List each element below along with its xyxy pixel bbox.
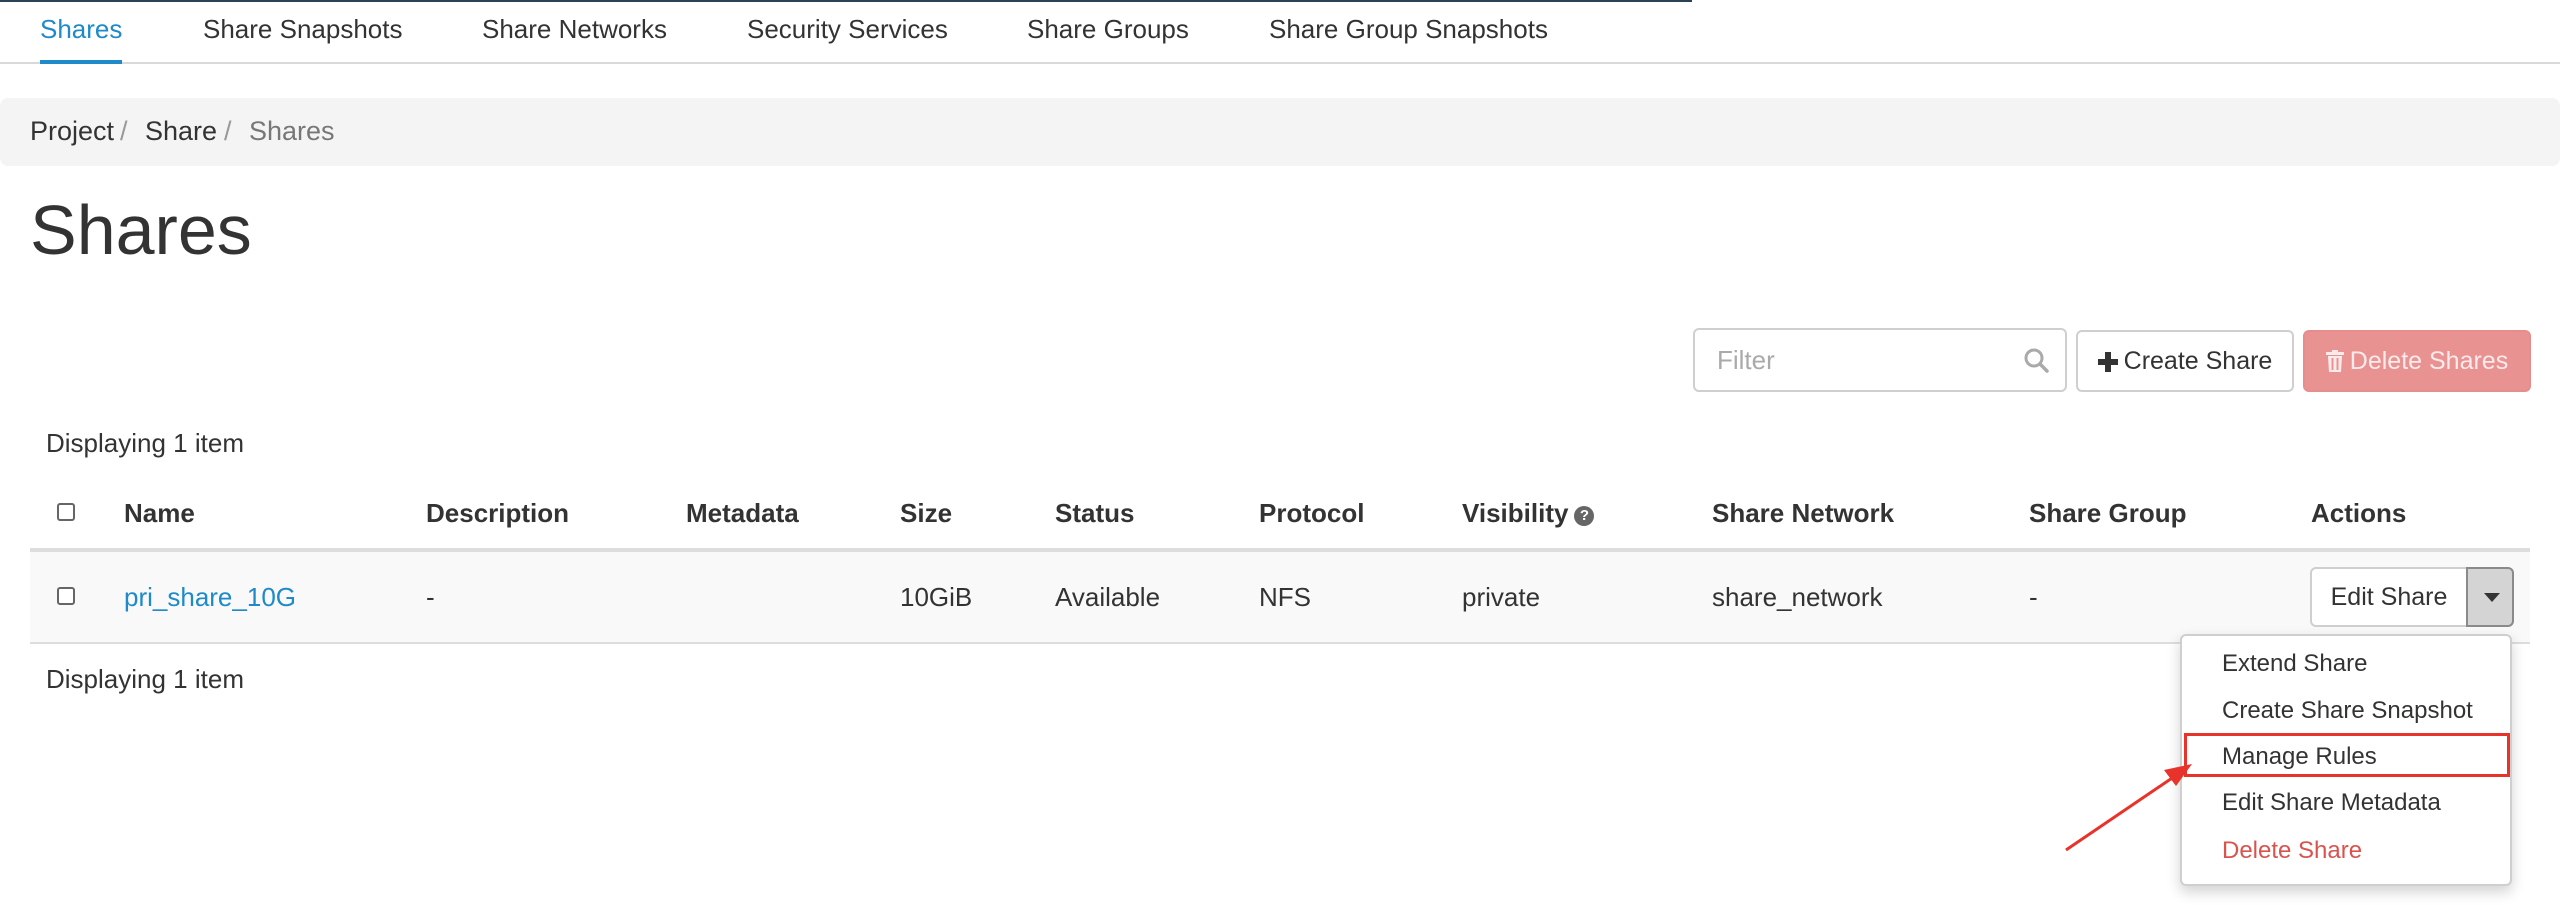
tab-security-services[interactable]: Security Services — [747, 14, 948, 45]
breadcrumb-separator: / — [224, 116, 232, 146]
display-count-top: Displaying 1 item — [46, 428, 244, 458]
tab-share-snapshots[interactable]: Share Snapshots — [203, 14, 402, 45]
tab-share-networks[interactable]: Share Networks — [482, 14, 667, 45]
active-tab-indicator — [40, 60, 122, 64]
breadcrumb: Project / Share / Shares — [0, 98, 2560, 166]
page-title: Shares — [30, 191, 252, 269]
tab-bar: Shares Share Snapshots Share Networks Se… — [0, 0, 2560, 64]
actions-dropdown-toggle[interactable] — [2466, 567, 2514, 627]
create-share-label: Create Share — [2123, 347, 2273, 375]
column-header-share-group[interactable]: Share Group — [2029, 498, 2186, 529]
delete-shares-button[interactable]: Delete Shares — [2303, 330, 2531, 392]
column-header-size[interactable]: Size — [900, 498, 952, 529]
share-name-link[interactable]: pri_share_10G — [124, 582, 296, 613]
select-all-checkbox[interactable] — [57, 503, 75, 521]
column-header-metadata[interactable]: Metadata — [686, 498, 799, 529]
create-share-button[interactable]: Create Share — [2076, 330, 2294, 392]
column-header-share-network[interactable]: Share Network — [1712, 498, 1894, 529]
menu-item-edit-share-metadata[interactable]: Edit Share Metadata — [2222, 789, 2441, 817]
breadcrumb-share[interactable]: Share — [145, 116, 217, 147]
column-header-protocol[interactable]: Protocol — [1259, 498, 1364, 529]
cell-visibility: private — [1462, 582, 1541, 612]
menu-item-create-share-snapshot[interactable]: Create Share Snapshot — [2222, 697, 2473, 725]
column-header-name[interactable]: Name — [124, 498, 195, 529]
cell-status: Available — [1055, 582, 1161, 612]
tab-share-groups[interactable]: Share Groups — [1027, 14, 1189, 45]
edit-share-button[interactable]: Edit Share — [2310, 567, 2468, 627]
menu-item-extend-share[interactable]: Extend Share — [2222, 650, 2367, 678]
filter-field[interactable] — [1693, 328, 2067, 392]
breadcrumb-current: Shares — [249, 116, 335, 146]
cell-share-group: - — [2029, 582, 2038, 612]
tab-share-group-snapshots[interactable]: Share Group Snapshots — [1269, 14, 1548, 45]
caret-down-icon — [2484, 593, 2500, 602]
search-icon[interactable] — [2023, 347, 2049, 373]
tab-shares[interactable]: Shares — [40, 14, 122, 45]
column-header-visibility[interactable]: Visibility? — [1462, 498, 1595, 529]
display-count-bottom: Displaying 1 item — [46, 664, 244, 694]
cell-size: 10GiB — [900, 582, 973, 612]
plus-icon — [2097, 352, 2118, 372]
row-select-checkbox[interactable] — [57, 587, 75, 605]
question-circle-icon[interactable]: ? — [1574, 506, 1595, 526]
manage-rules-highlight-box — [2184, 733, 2510, 777]
menu-item-delete-share[interactable]: Delete Share — [2222, 837, 2362, 865]
cell-share-network: share_network — [1712, 582, 1883, 612]
column-header-description[interactable]: Description — [426, 498, 569, 529]
column-header-status[interactable]: Status — [1055, 498, 1134, 529]
trash-icon — [2325, 350, 2344, 372]
column-header-visibility-label: Visibility — [1462, 498, 1569, 528]
column-header-actions: Actions — [2311, 498, 2407, 528]
breadcrumb-separator: / — [120, 116, 128, 146]
filter-input[interactable] — [1695, 330, 2015, 390]
cell-protocol: NFS — [1259, 582, 1311, 612]
breadcrumb-project[interactable]: Project — [30, 116, 114, 147]
cell-description: - — [426, 582, 435, 612]
delete-shares-label: Delete Shares — [2349, 347, 2509, 375]
top-border — [0, 0, 1692, 2]
